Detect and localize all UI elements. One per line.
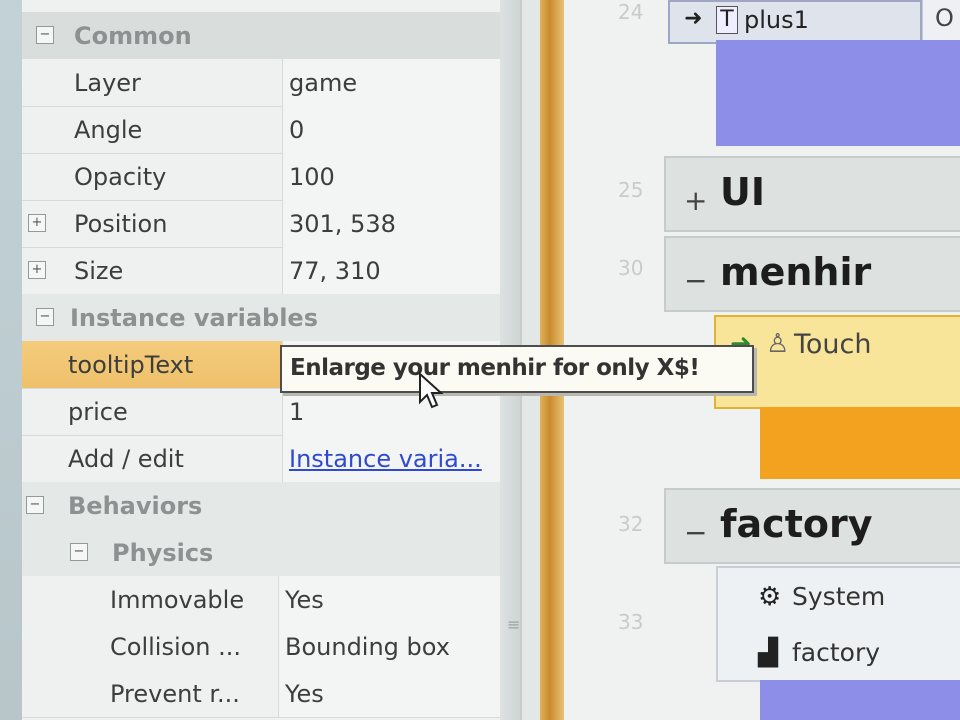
property-label: tooltipText [68,351,194,379]
line-number: 25 [618,178,644,202]
property-label: Layer [74,69,141,97]
group-collapse-toggle[interactable]: − [684,264,707,297]
gear-icon: ⚙ [758,582,782,612]
section-physics[interactable]: − Physics [22,529,500,576]
property-value: Bounding box [285,633,450,661]
property-row-size[interactable]: + Size 77, 310 [22,247,500,295]
section-common-label: Common [74,22,192,50]
property-value: 301, 538 [289,210,396,238]
line-number: 32 [618,512,644,536]
expand-icon[interactable]: + [28,214,46,232]
property-label: Opacity [74,163,167,191]
property-value: 1 [289,398,305,426]
property-row-angle[interactable]: Angle 0 [22,106,500,154]
property-value-field[interactable]: 1 [282,388,500,435]
section-behaviors-label: Behaviors [68,492,203,520]
property-value-field[interactable]: Yes [278,670,500,717]
property-value-field[interactable]: 0 [282,106,500,153]
event-condition-plus1[interactable]: ➜ T plus1 [668,0,922,44]
property-value: 77, 310 [289,257,381,285]
expand-icon[interactable]: + [28,261,46,279]
tooltip-text: Enlarge your menhir for only X$! [290,355,700,381]
property-row-layer[interactable]: Layer game [22,59,500,107]
event-conditions[interactable]: ⚙ System ▟ factory [716,566,960,682]
trigger-arrow-icon: ➜ [684,6,703,31]
instance-variables-link[interactable]: Instance varia... [282,435,500,482]
property-value: 0 [289,116,305,144]
collapse-icon[interactable]: − [26,496,44,514]
property-value-field[interactable]: 77, 310 [282,247,500,294]
section-instance-variables-label: Instance variables [70,304,318,332]
condition-text: O [935,4,954,32]
group-menhir[interactable]: − menhir [664,236,960,312]
tooltip: Enlarge your menhir for only X$! [280,345,754,393]
condition-object-name: plus1 [744,6,809,34]
line-number: 24 [618,0,644,24]
property-value: game [289,69,358,97]
property-row-immovable[interactable]: Immovable Yes [22,576,500,624]
event-condition-next[interactable]: O [922,0,960,40]
group-name: UI [720,170,765,214]
factory-icon: ▟ [758,638,778,668]
action-block[interactable] [760,680,960,720]
property-value: Yes [285,680,324,708]
property-row-prevent-rotation[interactable]: Prevent r... Yes [22,670,500,718]
property-value-field[interactable]: 100 [282,153,500,200]
group-ui[interactable]: + UI [664,156,960,232]
collapse-icon[interactable]: − [36,308,54,326]
property-row-collision[interactable]: Collision ... Bounding box [22,623,500,671]
property-value-field[interactable]: game [282,59,500,106]
section-physics-label: Physics [112,539,214,567]
condition-factory[interactable]: ▟ factory [758,638,880,668]
resize-grip-icon[interactable]: ≡ [507,615,520,634]
mouse-cursor-icon [419,372,444,409]
property-label: Collision ... [110,633,242,661]
condition-label: factory [792,638,881,667]
touch-icon: ♙ [766,329,790,359]
section-common[interactable]: − Common [22,12,500,59]
collapse-icon[interactable]: − [36,26,54,44]
group-name: factory [720,502,873,546]
group-expand-toggle[interactable]: + [684,184,707,217]
property-label: Prevent r... [110,680,240,708]
group-collapse-toggle[interactable]: − [684,516,707,549]
property-row-position[interactable]: + Position 301, 538 [22,200,500,248]
property-label: Immovable [110,586,245,614]
condition-object-name: Touch [794,329,872,360]
line-number: 30 [618,256,644,280]
property-label: Size [74,257,124,285]
property-label: Angle [74,116,143,144]
group-name: menhir [720,250,872,294]
text-object-icon: T [716,6,738,34]
line-number: 33 [618,610,644,634]
property-value: 100 [289,163,335,191]
action-block[interactable] [716,40,960,146]
property-label: price [68,398,128,426]
property-value-field[interactable]: Yes [278,576,500,623]
group-factory[interactable]: − factory [664,488,960,564]
property-value-field[interactable]: 301, 538 [282,200,500,247]
property-row-opacity[interactable]: Opacity 100 [22,153,500,201]
condition-label: System [792,582,886,611]
property-row-add-edit[interactable]: Add / edit Instance varia... [22,435,500,483]
collapse-icon[interactable]: − [70,543,88,561]
property-value-field[interactable]: Bounding box [278,623,500,670]
property-value: Yes [285,586,324,614]
link-text: Instance varia... [289,445,482,473]
property-label: Position [74,210,168,238]
action-block[interactable] [760,407,960,479]
section-behaviors[interactable]: − Behaviors [22,482,500,529]
property-label: Add / edit [68,445,184,473]
condition-system[interactable]: ⚙ System [758,582,885,612]
panel-left-strip [0,0,22,720]
section-instance-variables[interactable]: − Instance variables [22,294,500,341]
